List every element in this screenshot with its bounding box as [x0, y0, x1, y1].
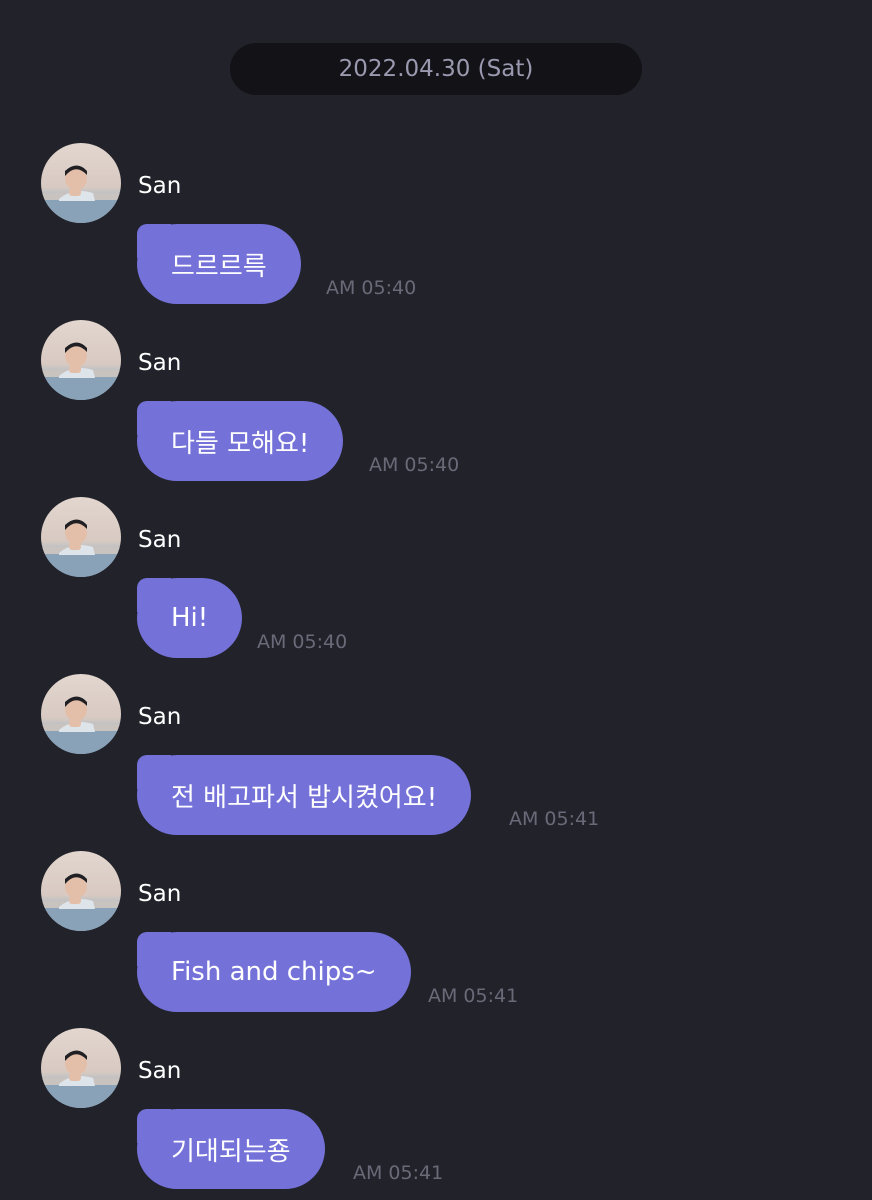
- message-time: AM 05:41: [428, 985, 519, 1007]
- message-bubble[interactable]: 전 배고파서 밥시켰어요!: [137, 755, 472, 835]
- message-bubble[interactable]: 기대되는죵: [137, 1109, 325, 1189]
- sender-name: San: [138, 527, 182, 553]
- sender-name: San: [138, 881, 182, 907]
- message-text: Fish and chips~: [171, 957, 377, 987]
- avatar[interactable]: [41, 497, 121, 577]
- sender-name: San: [138, 1058, 182, 1084]
- avatar[interactable]: [41, 143, 121, 223]
- message-bubble[interactable]: 드르르륵: [137, 224, 301, 304]
- message-text: 기대되는죵: [171, 1136, 291, 1167]
- message-bubble[interactable]: 다들 모해요!: [137, 401, 344, 481]
- message-row: San Hi! AM 05:40: [0, 497, 872, 667]
- message-time: AM 05:40: [326, 277, 417, 299]
- avatar[interactable]: [41, 320, 121, 400]
- message-row: San 다들 모해요! AM 05:40: [0, 320, 872, 490]
- message-time: AM 05:40: [369, 454, 460, 476]
- message-time: AM 05:41: [353, 1162, 444, 1184]
- message-bubble[interactable]: Fish and chips~: [137, 932, 411, 1012]
- sender-name: San: [138, 350, 182, 376]
- date-divider: 2022.04.30 (Sat): [230, 43, 642, 95]
- message-time: AM 05:41: [509, 808, 600, 830]
- avatar[interactable]: [41, 851, 121, 931]
- message-row: San Fish and chips~ AM 05:41: [0, 851, 872, 1021]
- sender-name: San: [138, 173, 182, 199]
- message-time: AM 05:40: [257, 631, 348, 653]
- sender-name: San: [138, 704, 182, 730]
- message-text: Hi!: [171, 603, 209, 633]
- avatar[interactable]: [41, 1028, 121, 1108]
- avatar[interactable]: [41, 674, 121, 754]
- message-text: 전 배고파서 밥시켰어요!: [171, 782, 438, 813]
- message-row: San 드르르륵 AM 05:40: [0, 143, 872, 313]
- message-row: San 기대되는죵 AM 05:41: [0, 1028, 872, 1198]
- message-row: San 전 배고파서 밥시켰어요! AM 05:41: [0, 674, 872, 844]
- message-text: 드르르륵: [171, 251, 267, 282]
- message-bubble[interactable]: Hi!: [137, 578, 243, 658]
- message-text: 다들 모해요!: [171, 428, 310, 459]
